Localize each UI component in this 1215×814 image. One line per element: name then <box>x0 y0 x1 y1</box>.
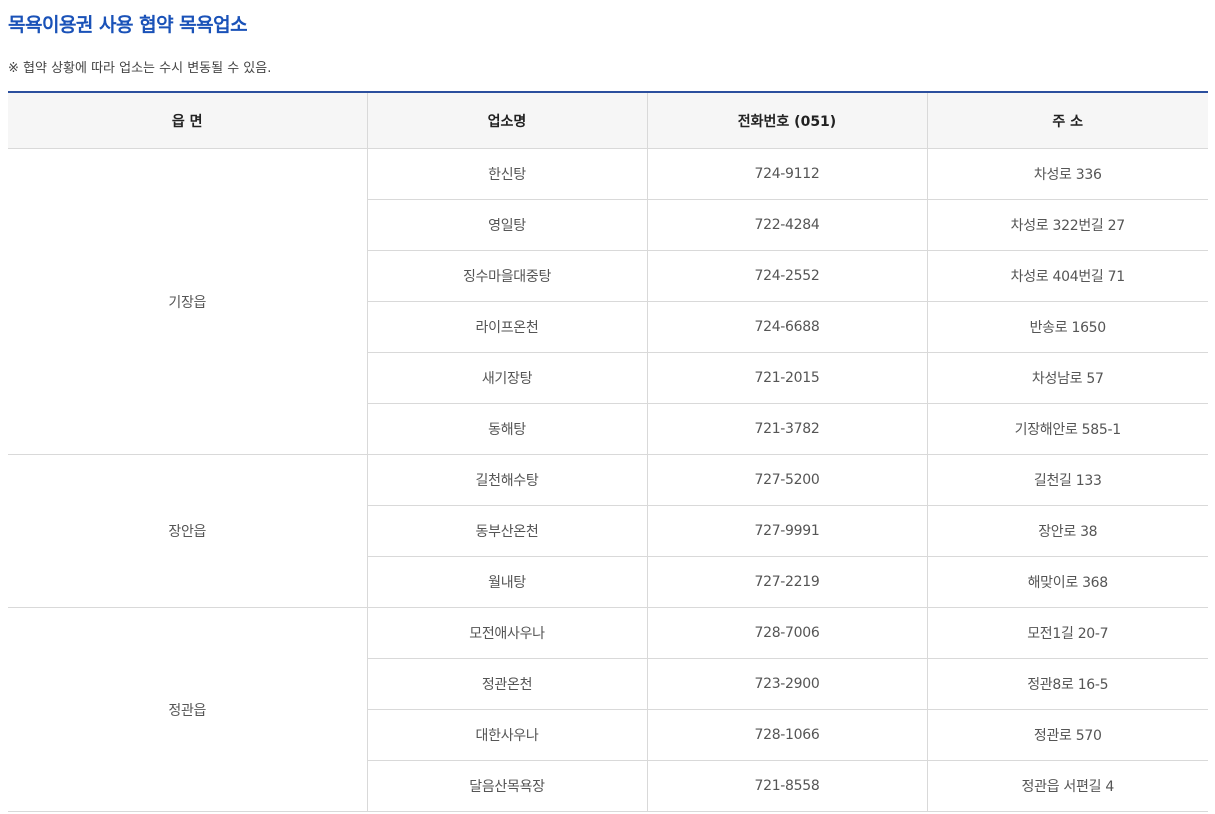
region-cell: 기장읍 <box>8 148 367 455</box>
address-cell: 차성로 336 <box>926 148 1208 200</box>
shop-name-cell: 정관온천 <box>366 658 647 710</box>
address-cell: 기장해안로 585-1 <box>926 403 1208 455</box>
phone-cell: 728-7006 <box>646 607 927 659</box>
shop-name-cell: 모전애사우나 <box>366 607 647 659</box>
shop-name-cell: 동부산온천 <box>366 505 647 557</box>
address-cell: 장안로 38 <box>926 505 1208 557</box>
phone-cell: 723-2900 <box>646 658 927 710</box>
address-cell: 모전1길 20-7 <box>926 607 1208 659</box>
header-shop-name: 업소명 <box>366 92 647 149</box>
address-cell: 길천길 133 <box>926 454 1208 506</box>
phone-cell: 721-2015 <box>646 352 927 404</box>
address-cell: 차성남로 57 <box>926 352 1208 404</box>
table-row: 기장읍 한신탕 724-9112 차성로 336 <box>8 148 1208 455</box>
page-title: 목욕이용권 사용 협약 목욕업소 <box>8 14 248 36</box>
table-body: 기장읍 한신탕 724-9112 차성로 336 영일탕 722-4284 차성로 322번… <box>8 148 1208 812</box>
phone-cell: 724-2552 <box>646 250 927 302</box>
phone-cell: 721-8558 <box>646 760 927 812</box>
table-row: 정관읍 모전애사우나 728-7006 모전1길 20-7 <box>8 607 1208 812</box>
phone-cell: 728-1066 <box>646 709 927 761</box>
bathhouse-table: 읍 면 업소명 전화번호 (051) 주 소 기장읍 한신탕 724-9112 차성로… <box>8 91 1208 812</box>
phone-cell: 724-6688 <box>646 301 927 353</box>
address-cell: 차성로 322번길 27 <box>926 199 1208 251</box>
shop-name-cell: 한신탕 <box>366 148 647 200</box>
shop-name-cell: 새기장탕 <box>366 352 647 404</box>
shop-name-cell: 달음산목욕장 <box>366 760 647 812</box>
region-cell: 장안읍 <box>8 454 367 608</box>
header-region: 읍 면 <box>8 92 367 149</box>
shop-name-cell: 라이프온천 <box>366 301 647 353</box>
phone-cell: 724-9112 <box>646 148 927 200</box>
table-row: 장안읍 길천해수탕 727-5200 길천길 133 <box>8 454 1208 608</box>
page: 목욕이용권 사용 협약 목욕업소 ※ 협약 상황에 따라 업소는 수시 변동될 … <box>0 0 1215 814</box>
phone-cell: 721-3782 <box>646 403 927 455</box>
shop-name-cell: 대한사우나 <box>366 709 647 761</box>
address-cell: 정관로 570 <box>926 709 1208 761</box>
address-cell: 해맞이로 368 <box>926 556 1208 608</box>
phone-cell: 722-4284 <box>646 199 927 251</box>
shop-name-cell: 징수마을대중탕 <box>366 250 647 302</box>
header-address: 주 소 <box>926 92 1208 149</box>
shop-name-cell: 월내탕 <box>366 556 647 608</box>
address-cell: 정관읍 서편길 4 <box>926 760 1208 812</box>
header-phone: 전화번호 (051) <box>646 92 927 149</box>
region-cell: 정관읍 <box>8 607 367 812</box>
shop-name-cell: 길천해수탕 <box>366 454 647 506</box>
phone-cell: 727-2219 <box>646 556 927 608</box>
phone-cell: 727-5200 <box>646 454 927 506</box>
address-cell: 정관8로 16-5 <box>926 658 1208 710</box>
shop-name-cell: 동해탕 <box>366 403 647 455</box>
table-header-row: 읍 면 업소명 전화번호 (051) 주 소 <box>8 92 1208 149</box>
address-cell: 차성로 404번길 71 <box>926 250 1208 302</box>
address-cell: 반송로 1650 <box>926 301 1208 353</box>
shop-name-cell: 영일탕 <box>366 199 647 251</box>
notice-text: ※ 협약 상황에 따라 업소는 수시 변동될 수 있음. <box>8 61 272 76</box>
phone-cell: 727-9991 <box>646 505 927 557</box>
